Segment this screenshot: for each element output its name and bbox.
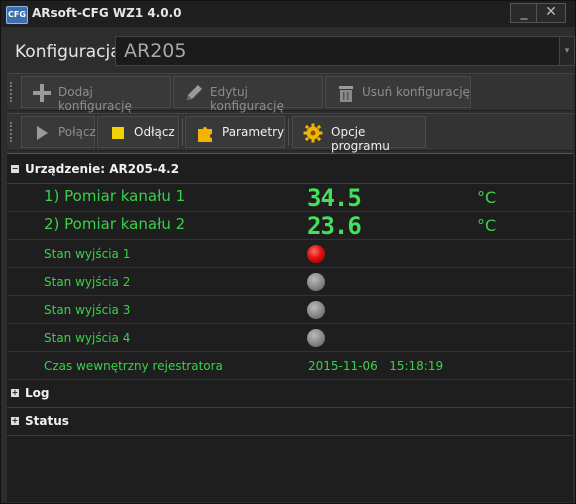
stop-icon: [112, 127, 124, 139]
channel-2-label: 2) Pomiar kanału 2: [44, 215, 186, 233]
configuration-toolbar: Dodaj konfigurację Edytuj konfigurację U…: [7, 73, 573, 113]
toolbar-separator: [182, 118, 183, 146]
channel-1-unit: °C: [477, 188, 497, 207]
title-bar[interactable]: CFG ARsoft-CFG WZ1 4.0.0 _ ✕: [1, 1, 575, 27]
configuration-select[interactable]: AR205 ▾: [115, 36, 575, 66]
gear-icon: [303, 123, 323, 143]
output-1-led-indicator: [307, 245, 325, 263]
output-3-row: Stan wyjścia 3: [7, 296, 573, 324]
recorder-clock-time: 15:18:19: [389, 359, 444, 373]
status-section-title: Status: [25, 414, 69, 428]
parameters-label: Parametry: [222, 125, 285, 139]
add-configuration-label: Dodaj konfigurację: [58, 85, 132, 113]
channel-1-label: 1) Pomiar kanału 1: [44, 187, 186, 205]
output-4-row: Stan wyjścia 4: [7, 324, 573, 352]
minimize-button[interactable]: _: [510, 3, 538, 23]
add-configuration-button[interactable]: Dodaj konfigurację: [21, 76, 171, 113]
channel-1-row: 1) Pomiar kanału 1 34.5 °C: [7, 184, 573, 212]
output-3-led-indicator: [307, 301, 325, 319]
close-button[interactable]: ✕: [536, 3, 566, 23]
connect-button[interactable]: Połącz: [21, 116, 96, 148]
device-section-header[interactable]: − Urządzenie: AR205-4.2: [7, 157, 573, 184]
app-logo-icon: CFG: [6, 6, 28, 24]
connect-label: Połącz: [58, 125, 96, 139]
configuration-row: Konfiguracja AR205 ▾: [7, 35, 575, 69]
app-window: CFG ARsoft-CFG WZ1 4.0.0 _ ✕ Konfiguracj…: [0, 0, 576, 504]
program-options-label: Opcje programu: [331, 125, 390, 153]
collapse-icon[interactable]: −: [11, 165, 19, 173]
device-tree-panel: − Urządzenie: AR205-4.2 1) Pomiar kanału…: [7, 153, 573, 502]
chevron-down-icon[interactable]: ▾: [559, 37, 574, 65]
channel-1-value: 34.5: [307, 184, 362, 212]
delete-configuration-button[interactable]: Usuń konfigurację: [325, 76, 471, 108]
puzzle-icon: [198, 127, 212, 142]
disconnect-label: Odłącz: [134, 125, 175, 139]
toolbar-grip[interactable]: [10, 82, 15, 102]
parameters-button[interactable]: Parametry: [185, 116, 285, 148]
trash-icon: [339, 86, 353, 102]
toolbar-separator: [288, 118, 289, 146]
disconnect-button[interactable]: Odłącz: [97, 116, 179, 148]
channel-2-row: 2) Pomiar kanału 2 23.6 °C: [7, 212, 573, 240]
output-1-row: Stan wyjścia 1: [7, 240, 573, 268]
log-section-header[interactable]: + Log: [7, 381, 573, 408]
window-title: ARsoft-CFG WZ1 4.0.0: [32, 6, 182, 20]
edit-configuration-label: Edytuj konfigurację: [210, 85, 284, 113]
pencil-icon: [187, 85, 202, 100]
device-section-title: Urządzenie: AR205-4.2: [25, 162, 180, 176]
configuration-value: AR205: [124, 40, 187, 62]
output-4-led-indicator: [307, 329, 325, 347]
connection-toolbar: Połącz Odłącz Parametry Opcje programu: [7, 113, 573, 153]
log-section-title: Log: [25, 386, 50, 400]
output-4-label: Stan wyjścia 4: [44, 331, 131, 345]
status-section-header[interactable]: + Status: [7, 409, 573, 436]
channel-2-value: 23.6: [307, 212, 362, 240]
output-3-label: Stan wyjścia 3: [44, 303, 131, 317]
recorder-clock-value: 2015-11-06 15:18:19: [308, 359, 443, 373]
output-2-label: Stan wyjścia 2: [44, 275, 131, 289]
recorder-clock-row: Czas wewnętrzny rejestratora 2015-11-06 …: [7, 352, 573, 380]
recorder-clock-date: 2015-11-06: [308, 359, 378, 373]
plus-icon: [33, 84, 51, 102]
output-1-label: Stan wyjścia 1: [44, 247, 131, 261]
recorder-clock-label: Czas wewnętrzny rejestratora: [44, 359, 223, 373]
toolbar-grip[interactable]: [10, 122, 15, 142]
play-icon: [37, 126, 48, 140]
edit-configuration-button[interactable]: Edytuj konfigurację: [173, 76, 323, 113]
expand-icon[interactable]: +: [11, 389, 19, 397]
configuration-label: Konfiguracja: [15, 42, 121, 62]
channel-2-unit: °C: [477, 216, 497, 235]
output-2-led-indicator: [307, 273, 325, 291]
expand-icon[interactable]: +: [11, 417, 19, 425]
program-options-button[interactable]: Opcje programu: [292, 116, 426, 153]
output-2-row: Stan wyjścia 2: [7, 268, 573, 296]
delete-configuration-label: Usuń konfigurację: [362, 85, 470, 99]
